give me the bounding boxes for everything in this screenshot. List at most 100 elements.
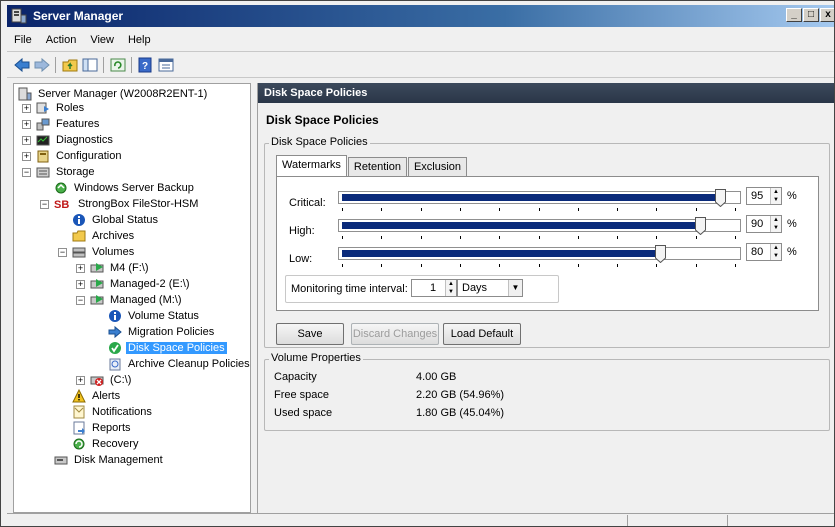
save-button[interactable]: Save bbox=[276, 323, 344, 345]
load-default-button[interactable]: Load Default bbox=[443, 323, 521, 345]
tree-item-managed[interactable]: Managed (M:\) bbox=[90, 292, 184, 308]
svg-text:?: ? bbox=[142, 61, 148, 72]
high-spinbox[interactable]: 90 ▲ ▼ bbox=[746, 215, 782, 233]
console-tree: Server Manager (W2008R2ENT-1) + Roles + … bbox=[13, 83, 251, 513]
tree-item-archive-cleanup-policies[interactable]: Archive Cleanup Policies bbox=[108, 356, 250, 372]
tree-item-reports[interactable]: Reports bbox=[72, 420, 133, 436]
volume-icon bbox=[90, 293, 104, 307]
monitoring-interval-spinbox[interactable]: 1 ▲ ▼ bbox=[411, 279, 457, 297]
low-slider-thumb[interactable] bbox=[655, 245, 666, 263]
help-icon[interactable]: ? bbox=[137, 57, 155, 73]
spin-down-icon[interactable]: ▼ bbox=[771, 196, 781, 204]
tab-exclusion[interactable]: Exclusion bbox=[407, 157, 468, 176]
maximize-button[interactable]: □ bbox=[803, 8, 819, 22]
slider-tick bbox=[617, 264, 618, 267]
expand-m4-toggle[interactable]: + bbox=[76, 264, 85, 273]
slider-tick bbox=[696, 236, 697, 239]
tree-item-storage[interactable]: Storage bbox=[36, 164, 97, 180]
tree-item-disk-space-policies[interactable]: Disk Space Policies bbox=[108, 340, 227, 356]
spin-down-icon[interactable]: ▼ bbox=[771, 252, 781, 260]
tree-item-roles[interactable]: Roles bbox=[36, 100, 86, 116]
tab-retention[interactable]: Retention bbox=[347, 157, 407, 176]
group-title: Disk Space Policies bbox=[269, 136, 370, 148]
tab-watermarks[interactable]: Watermarks bbox=[276, 155, 347, 176]
critical-spinbox[interactable]: 95 ▲ ▼ bbox=[746, 187, 782, 205]
slider-tick bbox=[381, 236, 382, 239]
show-hide-tree-icon[interactable] bbox=[81, 57, 99, 73]
critical-slider[interactable] bbox=[338, 189, 741, 207]
tree-item-strongbox[interactable]: SB StrongBox FileStor-HSM bbox=[54, 196, 200, 212]
minimize-button[interactable]: _ bbox=[786, 8, 802, 22]
used-space-value: 1.80 GB (45.04%) bbox=[416, 407, 505, 419]
properties-icon[interactable] bbox=[157, 57, 175, 73]
back-arrow-icon[interactable] bbox=[13, 57, 31, 73]
tree-item-c-drive[interactable]: (C:\) bbox=[90, 372, 133, 388]
expand-managed-2-toggle[interactable]: + bbox=[76, 280, 85, 289]
tree-item-archives[interactable]: Archives bbox=[72, 228, 136, 244]
status-bar bbox=[7, 513, 834, 526]
tree-item-windows-server-backup[interactable]: Windows Server Backup bbox=[54, 180, 196, 196]
expand-c-drive-toggle[interactable]: + bbox=[76, 376, 85, 385]
tree-item-recovery[interactable]: Recovery bbox=[72, 436, 140, 452]
tree-item-alerts[interactable]: Alerts bbox=[72, 388, 122, 404]
collapse-strongbox-toggle[interactable]: − bbox=[40, 200, 49, 209]
tree-item-global-status[interactable]: Global Status bbox=[72, 212, 160, 228]
disk-management-icon bbox=[54, 453, 68, 467]
forward-arrow-icon[interactable] bbox=[33, 57, 51, 73]
volume-properties-group: Volume Properties bbox=[264, 352, 830, 431]
high-slider-thumb[interactable] bbox=[695, 217, 706, 235]
low-spinbox[interactable]: 80 ▲ ▼ bbox=[746, 243, 782, 261]
slider-tick bbox=[460, 236, 461, 239]
tree-item-disk-management[interactable]: Disk Management bbox=[54, 452, 165, 468]
slider-tick bbox=[735, 264, 736, 267]
expand-features-toggle[interactable]: + bbox=[22, 120, 31, 129]
critical-slider-thumb[interactable] bbox=[715, 189, 726, 207]
slider-tick bbox=[499, 264, 500, 267]
collapse-storage-toggle[interactable]: − bbox=[22, 168, 31, 177]
up-folder-icon[interactable] bbox=[61, 57, 79, 73]
collapse-volumes-toggle[interactable]: − bbox=[58, 248, 67, 257]
spin-down-icon[interactable]: ▼ bbox=[446, 288, 456, 296]
capacity-value: 4.00 GB bbox=[416, 371, 457, 383]
close-button[interactable]: x bbox=[820, 8, 834, 22]
spin-up-icon[interactable]: ▲ bbox=[771, 216, 781, 224]
tree-item-m4[interactable]: M4 (F:\) bbox=[90, 260, 151, 276]
low-slider[interactable] bbox=[338, 245, 741, 263]
tree-item-configuration[interactable]: Configuration bbox=[36, 148, 123, 164]
menu-help[interactable]: Help bbox=[121, 34, 158, 46]
expand-roles-toggle[interactable]: + bbox=[22, 104, 31, 113]
tree-item-volumes[interactable]: Volumes bbox=[72, 244, 136, 260]
watermarks-tab-panel: Critical: 95 ▲ ▼ % High: 90 ▲ ▼ % Low: 8… bbox=[276, 176, 819, 311]
toolbar: ? bbox=[7, 51, 834, 78]
server-manager-window: Server Manager _ □ x File Action View He… bbox=[0, 0, 835, 527]
spin-up-icon[interactable]: ▲ bbox=[446, 280, 456, 288]
slider-tick bbox=[499, 208, 500, 211]
tree-item-migration-policies[interactable]: Migration Policies bbox=[108, 324, 216, 340]
configuration-icon bbox=[36, 149, 50, 163]
low-slider-fill bbox=[342, 250, 660, 257]
collapse-managed-toggle[interactable]: − bbox=[76, 296, 85, 305]
expand-configuration-toggle[interactable]: + bbox=[22, 152, 31, 161]
chevron-down-icon[interactable]: ▼ bbox=[508, 280, 522, 296]
volume-properties-title: Volume Properties bbox=[269, 352, 363, 364]
capacity-label: Capacity bbox=[274, 371, 317, 383]
tree-item-volume-status[interactable]: Volume Status bbox=[108, 308, 201, 324]
refresh-icon[interactable] bbox=[109, 57, 127, 73]
spin-up-icon[interactable]: ▲ bbox=[771, 188, 781, 196]
high-slider[interactable] bbox=[338, 217, 741, 235]
menu-file[interactable]: File bbox=[7, 34, 39, 46]
menu-view[interactable]: View bbox=[83, 34, 121, 46]
monitoring-unit-dropdown[interactable]: Days ▼ bbox=[457, 279, 523, 297]
discard-changes-button[interactable]: Discard Changes bbox=[351, 323, 439, 345]
expand-diagnostics-toggle[interactable]: + bbox=[22, 136, 31, 145]
spin-down-icon[interactable]: ▼ bbox=[771, 224, 781, 232]
tree-item-notifications[interactable]: Notifications bbox=[72, 404, 154, 420]
high-slider-ticks bbox=[338, 236, 741, 240]
menu-action[interactable]: Action bbox=[39, 34, 84, 46]
spin-up-icon[interactable]: ▲ bbox=[771, 244, 781, 252]
tree-item-features[interactable]: Features bbox=[36, 116, 101, 132]
tree-item-managed-2[interactable]: Managed-2 (E:\) bbox=[90, 276, 191, 292]
title-bar[interactable]: Server Manager _ □ x bbox=[7, 5, 834, 27]
tree-item-diagnostics[interactable]: Diagnostics bbox=[36, 132, 115, 148]
high-percent: % bbox=[787, 218, 797, 230]
